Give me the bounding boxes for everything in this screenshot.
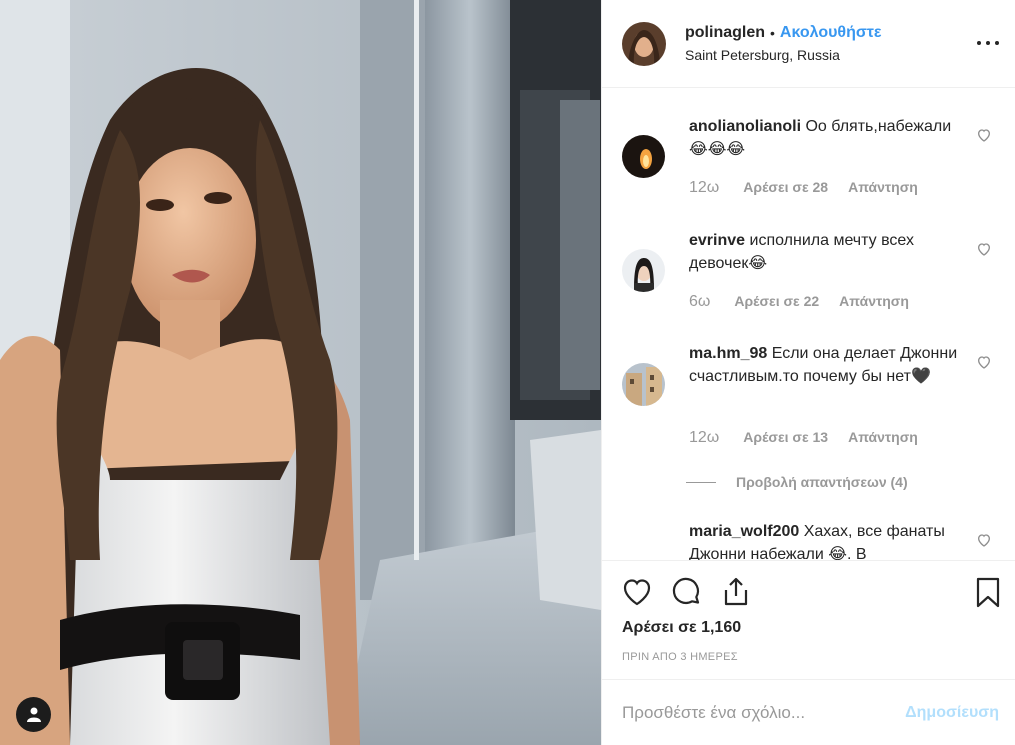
- like-comment-heart-icon[interactable]: [976, 532, 992, 548]
- comment-text-block: anolianolianoli Оо блять,набежали😂😂😂: [689, 116, 965, 161]
- photo-image: [0, 0, 601, 745]
- post-sidebar: polinaglen • Ακολουθήστε Saint Petersbur…: [601, 0, 1015, 745]
- replies-divider-line: [686, 481, 716, 483]
- comment-item: anolianolianoli Оо блять,набежали😂😂😂 12ω…: [622, 116, 1002, 236]
- separator-dot: •: [770, 25, 775, 41]
- tagged-users-button[interactable]: [16, 697, 51, 732]
- reply-button[interactable]: Απάντηση: [848, 429, 918, 447]
- user-icon: [26, 707, 41, 722]
- comment-input[interactable]: [622, 703, 906, 723]
- commenter-avatar[interactable]: [622, 249, 665, 292]
- comment-username[interactable]: anolianolianoli: [689, 118, 801, 135]
- bookmark-icon[interactable]: [972, 576, 1004, 608]
- post-timestamp[interactable]: ΠΡΙΝ ΑΠΟ 3 ΗΜΕΡΕΣ: [622, 651, 738, 663]
- add-comment-bar: Δημοσίευση: [602, 679, 1015, 745]
- like-comment-heart-icon[interactable]: [976, 127, 992, 143]
- post-location[interactable]: Saint Petersburg, Russia: [685, 47, 882, 63]
- author-username[interactable]: polinaglen: [685, 24, 765, 42]
- comment-bubble-icon[interactable]: [671, 576, 703, 608]
- comment-username[interactable]: maria_wolf200: [689, 523, 799, 540]
- view-replies-button[interactable]: Προβολή απαντήσεων (4): [686, 474, 908, 490]
- like-comment-heart-icon[interactable]: [976, 354, 992, 370]
- comment-meta: 12ω Αρέσει σε 28 Απάντηση: [689, 179, 918, 197]
- post-actions: Αρέσει σε 1,160 ΠΡΙΝ ΑΠΟ 3 ΗΜΕΡΕΣ Δημοσί…: [602, 560, 1015, 745]
- commenter-avatar[interactable]: [622, 363, 665, 406]
- likes-count[interactable]: Αρέσει σε 1,160: [622, 619, 741, 637]
- comment-username[interactable]: evrinve: [689, 232, 745, 249]
- comment-text-block: ma.hm_98 Если она делает Джонни счастлив…: [689, 343, 965, 388]
- author-avatar[interactable]: [622, 21, 666, 66]
- like-heart-icon[interactable]: [621, 576, 653, 608]
- comment-time[interactable]: 12ω: [689, 429, 719, 447]
- more-options-icon[interactable]: [977, 32, 999, 54]
- comment-likes[interactable]: Αρέσει σε 28: [743, 179, 828, 197]
- comment-item: ma.hm_98 Если она делает Джонни счастлив…: [622, 343, 1002, 473]
- comment-item: evrinve исполнила мечту всех девочек😂 6ω…: [622, 230, 1002, 350]
- comment-meta: 12ω Αρέσει σε 13 Απάντηση: [689, 429, 918, 447]
- commenter-avatar[interactable]: [622, 135, 665, 178]
- view-replies-label: Προβολή απαντήσεων (4): [736, 474, 908, 490]
- like-comment-heart-icon[interactable]: [976, 241, 992, 257]
- instagram-post: polinaglen • Ακολουθήστε Saint Petersbur…: [0, 0, 1015, 745]
- comment-text-block: evrinve исполнила мечту всех девочек😂: [689, 230, 965, 275]
- publish-button[interactable]: Δημοσίευση: [905, 704, 999, 722]
- comment-item: maria_wolf200 Хахах, все фанаты Джонни н…: [622, 521, 1002, 560]
- reply-button[interactable]: Απάντηση: [839, 293, 909, 311]
- comment-time[interactable]: 6ω: [689, 293, 710, 311]
- comment-time[interactable]: 12ω: [689, 179, 719, 197]
- comments-list[interactable]: anolianolianoli Оо блять,набежали😂😂😂 12ω…: [602, 88, 1015, 560]
- post-header: polinaglen • Ακολουθήστε Saint Petersbur…: [602, 0, 1015, 88]
- post-photo[interactable]: [0, 0, 601, 745]
- comment-meta: 6ω Αρέσει σε 22 Απάντηση: [689, 293, 909, 311]
- share-icon[interactable]: [720, 576, 752, 608]
- comment-likes[interactable]: Αρέσει σε 22: [734, 293, 819, 311]
- follow-button[interactable]: Ακολουθήστε: [780, 24, 882, 42]
- comment-text-block: maria_wolf200 Хахах, все фанаты Джонни н…: [689, 521, 965, 560]
- comment-username[interactable]: ma.hm_98: [689, 345, 767, 362]
- comment-likes[interactable]: Αρέσει σε 13: [743, 429, 828, 447]
- reply-button[interactable]: Απάντηση: [848, 179, 918, 197]
